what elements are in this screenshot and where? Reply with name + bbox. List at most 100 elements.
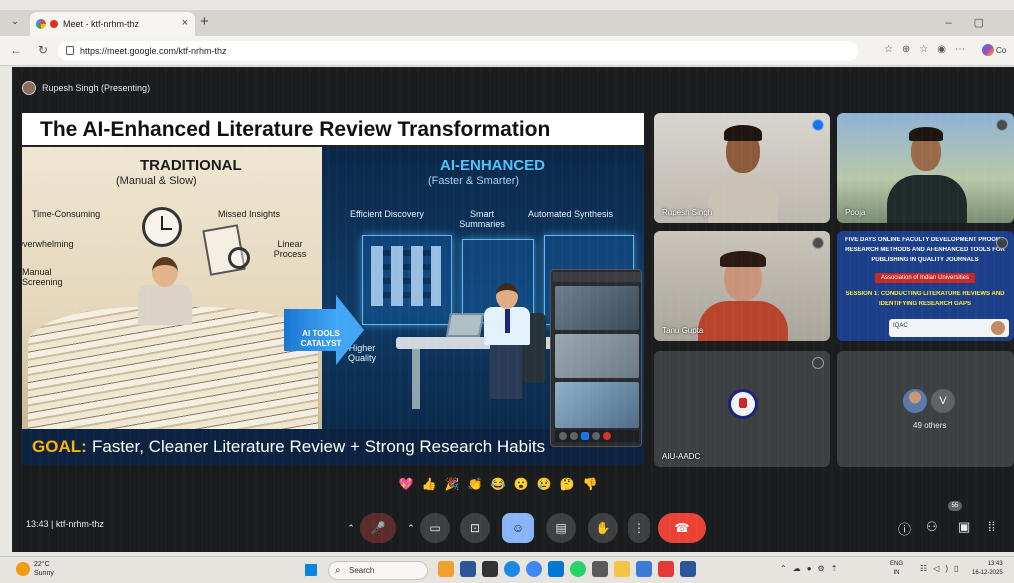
address-bar-icons[interactable]: ☆⊕☆◉⋯ (884, 44, 974, 55)
app-icon[interactable] (460, 561, 476, 577)
app-icon[interactable] (482, 561, 498, 577)
copilot-button[interactable]: Co (982, 42, 1008, 58)
screen: ⌄ Meet - ktf-nrhm-thz × + –▢ ← ↻ https:/… (0, 0, 1014, 583)
reaction-thumbs-up-icon[interactable]: 👍 (420, 475, 438, 493)
present-button[interactable]: ⊡ (460, 513, 490, 543)
traditional-subheading: (Manual & Slow) (116, 175, 197, 187)
participant-tile[interactable]: Rupesh Singh (654, 113, 830, 223)
screen-tile-line: FIVE DAYS ONLINE FACULTY DEVELOPMENT PRO… (845, 237, 1005, 243)
end-call-icon[interactable] (603, 432, 611, 440)
ai-subheading: (Faster & Smarter) (428, 175, 520, 187)
file-explorer-icon[interactable] (614, 561, 630, 577)
copilot-icon (982, 44, 994, 56)
avatar (903, 389, 927, 413)
windows-start-icon[interactable] (304, 563, 318, 577)
desk-leg (412, 349, 420, 409)
participant-hair (724, 125, 762, 141)
refresh-icon[interactable]: ↻ (38, 43, 48, 57)
windows-taskbar: 22°C Sunny Search ⌃☁●⚙⇡ ENG IN ☷◁)▯ (0, 556, 1014, 583)
browser-tab-meet[interactable]: Meet - ktf-nrhm-thz × (30, 12, 195, 36)
stressed-researcher-illustration (130, 257, 200, 327)
participant-name: AIU-AADC (662, 452, 701, 461)
participant-tile[interactable]: Tanu Gupta (654, 231, 830, 341)
meeting-time-code: 13:43 | ktf-nrhm-thz (26, 519, 104, 529)
taskbar-apps (438, 561, 696, 577)
more-options-button[interactable]: ⋮ (628, 513, 650, 543)
participant-body (698, 301, 788, 341)
label-efficient-discovery: Efficient Discovery (350, 209, 424, 219)
chrome-icon[interactable] (526, 561, 542, 577)
language-indicator[interactable]: ENG IN (890, 560, 903, 578)
reaction-thumbs-down-icon[interactable]: 👎 (581, 475, 599, 493)
app-icon[interactable] (636, 561, 652, 577)
window-controls[interactable]: –▢ (945, 16, 1006, 29)
tab-actions-icon[interactable]: ⌄ (8, 16, 22, 30)
new-tab-button[interactable]: + (200, 13, 209, 30)
label-missed-insights: Missed Insights (218, 209, 281, 219)
reaction-thinking-icon[interactable]: 🤔 (558, 475, 576, 493)
audio-options-chevron-icon[interactable]: ⌃ (342, 513, 360, 543)
preview-tile (555, 382, 639, 428)
activities-icon[interactable]: ⁞⁞ (988, 519, 995, 534)
reaction-sad-icon[interactable]: 😢 (535, 475, 553, 493)
app-icon[interactable] (658, 561, 674, 577)
lock-icon (66, 46, 74, 55)
preview-controls[interactable] (555, 430, 639, 442)
video-options-chevron-icon[interactable]: ⌃ (402, 513, 420, 543)
self-preview-window[interactable] (550, 269, 642, 447)
camera-icon[interactable] (570, 432, 578, 440)
emoji-button[interactable]: ☺ (502, 513, 534, 543)
recording-dot-icon (50, 20, 58, 28)
raise-hand-button[interactable]: ✋ (588, 513, 618, 543)
mic-icon[interactable] (559, 432, 567, 440)
speaking-indicator-icon (812, 119, 824, 131)
camera-button[interactable]: ▭ (420, 513, 450, 543)
screen-tile-line: SESSION 1: CONDUCTING LITERATURE REVIEWS… (845, 291, 1005, 297)
app-icon[interactable] (438, 561, 454, 577)
participant-tile-screen[interactable]: FIVE DAYS ONLINE FACULTY DEVELOPMENT PRO… (837, 231, 1014, 341)
discovery-panel (362, 235, 452, 325)
close-tab-icon[interactable]: × (182, 17, 188, 29)
edge-icon[interactable] (504, 561, 520, 577)
reaction-heart-icon[interactable]: 💖 (397, 475, 415, 493)
participant-tile[interactable]: AIU-AADC (654, 351, 830, 467)
back-icon[interactable]: ← (10, 43, 22, 57)
presenter-avatar (22, 81, 36, 95)
mic-off-button[interactable]: 🎤 (360, 513, 396, 543)
copilot-label: Co (996, 45, 1007, 55)
screen-tile-line: IDENTIFYING RESEARCH GAPS (878, 301, 971, 307)
reaction-laugh-icon[interactable]: 😂 (489, 475, 507, 493)
end-call-button[interactable]: ☎ (658, 513, 706, 543)
word-icon[interactable] (680, 561, 696, 577)
lang-top: ENG (890, 561, 904, 567)
presenter-bar: Rupesh Singh (Presenting) (22, 79, 150, 97)
url-field[interactable]: https://meet.google.com/ktf-nrhm-thz (58, 41, 858, 61)
more-icon[interactable] (592, 432, 600, 440)
app-icon[interactable] (592, 561, 608, 577)
goal-text: Faster, Cleaner Literature Review + Stro… (92, 437, 546, 456)
participant-name: Tanu Gupta (662, 326, 704, 335)
participant-tile[interactable]: Pooja (837, 113, 1014, 223)
people-icon[interactable]: ⚇ (926, 519, 938, 535)
taskbar-search[interactable]: Search (328, 561, 428, 580)
app-icon[interactable] (548, 561, 564, 577)
info-icon[interactable]: ⓘ (898, 519, 911, 538)
captions-button[interactable]: ▤ (546, 513, 576, 543)
chat-icon[interactable]: ▣ (958, 519, 970, 535)
share-icon[interactable] (581, 432, 589, 440)
status-icons[interactable]: ☷◁)▯ (920, 564, 964, 573)
taskbar-time: 13:43 (987, 561, 1003, 567)
others-tile[interactable]: V 49 others (837, 351, 1014, 467)
reaction-surprised-icon[interactable]: 😮 (512, 475, 530, 493)
reaction-clap-icon[interactable]: 👏 (466, 475, 484, 493)
weather-condition: Sunny (34, 570, 54, 577)
chrome-favicon-icon (36, 19, 46, 29)
reaction-party-icon[interactable]: 🎉 (443, 475, 461, 493)
preview-tile (555, 286, 639, 330)
participant-body (887, 175, 967, 223)
whatsapp-icon[interactable] (570, 561, 586, 577)
system-tray[interactable]: ⌃☁●⚙⇡ (780, 564, 843, 573)
university-logo-icon (728, 389, 758, 419)
taskbar-clock[interactable]: 13:43 16-12-2025 (972, 560, 1003, 578)
sun-icon (16, 562, 30, 576)
